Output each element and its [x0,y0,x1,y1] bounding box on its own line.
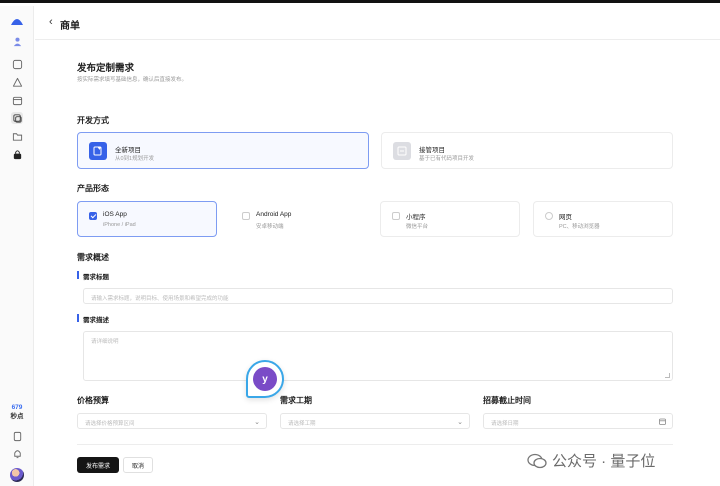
dev-mode-heading: 开发方式 [77,116,109,125]
calendar-icon[interactable] [11,94,23,106]
user-avatar[interactable] [10,468,24,482]
description-placeholder: 请详细说明 [91,339,119,345]
desc-field-label: 需求描述 [77,314,109,324]
folder-icon[interactable] [11,130,23,142]
deadline-date-picker[interactable]: 请选择日期 [483,413,673,429]
assistant-bubble[interactable]: y [246,360,284,398]
product-option-desc: 微信平台 [406,224,429,230]
product-option-title: 网页 [559,214,572,221]
explore-icon[interactable] [11,76,23,88]
product-option-title: Android App [256,211,292,218]
cancel-button[interactable]: 取消 [123,457,153,473]
page-subtitle: 按实际需求填写基础信息，确认后直接发布。 [77,77,188,83]
product-option-android[interactable]: Android App 安卓移动端 [230,201,370,237]
deadline-placeholder: 请选择日期 [491,421,519,427]
checkbox-checked-icon [89,212,97,220]
page-header-title: 商单 [60,21,80,32]
product-option-desc: 安卓移动端 [256,224,284,230]
deadline-label: 招募截止时间 [483,396,531,405]
period-placeholder: 请选择工期 [288,421,316,427]
chevron-down-icon: ⌄ [254,419,260,426]
app-window: 679 秒点 ‹ 商单 发布定制需求 按实际需求填写基础信息，确认后直接发布。 … [0,0,720,486]
credits-value: 679 [11,404,23,411]
radio-icon [545,212,553,220]
sidebar: 679 秒点 [0,6,34,486]
title-input[interactable]: 请输入需求标题，说明目标、使用场景和希望完成的功能 [83,288,673,304]
top-bar: ‹ 商单 [35,6,720,40]
dev-mode-new-project[interactable]: 全新项目 从0到1规划开发 [77,132,369,169]
home-icon[interactable] [11,58,23,70]
watermark-text: 公众号 · 量子位 [552,453,656,470]
document-icon[interactable] [11,430,23,442]
dev-mode-option-desc: 基于已有代码项目开发 [419,156,475,162]
product-option-miniprogram[interactable]: 小程序 微信平台 [380,201,520,237]
credits-counter: 679 秒点 [0,403,34,421]
footer-divider [77,444,673,445]
product-option-ios[interactable]: iOS App iPhone / iPad [77,201,217,237]
user-icon[interactable] [11,35,23,47]
submit-button[interactable]: 发布需求 [77,457,119,473]
budget-label: 价格预算 [77,396,109,405]
checkbox-icon [392,212,400,220]
assistant-avatar: y [253,367,277,391]
credits-label: 秒点 [10,413,24,420]
bell-icon[interactable] [11,447,23,459]
takeover-project-icon [393,142,411,160]
product-option-title: iOS App [103,211,127,218]
dev-mode-option-title: 全新项目 [115,147,141,154]
checkbox-icon [242,212,250,220]
lock-icon[interactable] [11,148,23,160]
resize-grip-icon[interactable] [665,373,670,378]
product-option-title: 小程序 [406,214,426,221]
overview-heading: 需求概述 [77,253,109,262]
new-project-icon [89,142,107,160]
product-option-desc: iPhone / iPad [103,222,136,228]
period-label: 需求工期 [280,396,312,405]
budget-placeholder: 请选择价格预算区间 [85,421,135,427]
product-option-desc: PC、移动浏览器 [559,224,600,230]
page-title: 发布定制需求 [77,63,135,74]
dev-mode-option-desc: 从0到1规划开发 [115,156,155,162]
wechat-icon [527,453,547,468]
chevron-down-icon: ⌄ [457,419,463,426]
dev-mode-option-title: 接管项目 [419,147,445,154]
watermark: 公众号 · 量子位 [527,450,655,471]
period-select[interactable]: 请选择工期 ⌄ [280,413,470,429]
product-heading: 产品形态 [77,184,109,193]
calendar-icon [659,418,666,427]
dev-mode-takeover-project[interactable]: 接管项目 基于已有代码项目开发 [381,132,673,169]
product-option-web[interactable]: 网页 PC、移动浏览器 [533,201,673,237]
back-chevron-icon[interactable]: ‹ [49,16,53,28]
title-input-placeholder: 请输入需求标题，说明目标、使用场景和希望完成的功能 [91,296,229,302]
title-field-label: 需求标题 [77,271,109,281]
budget-select[interactable]: 请选择价格预算区间 ⌄ [77,413,267,429]
description-textarea[interactable]: 请详细说明 [83,331,673,381]
orders-icon[interactable] [11,112,23,124]
app-logo-icon [11,19,23,25]
